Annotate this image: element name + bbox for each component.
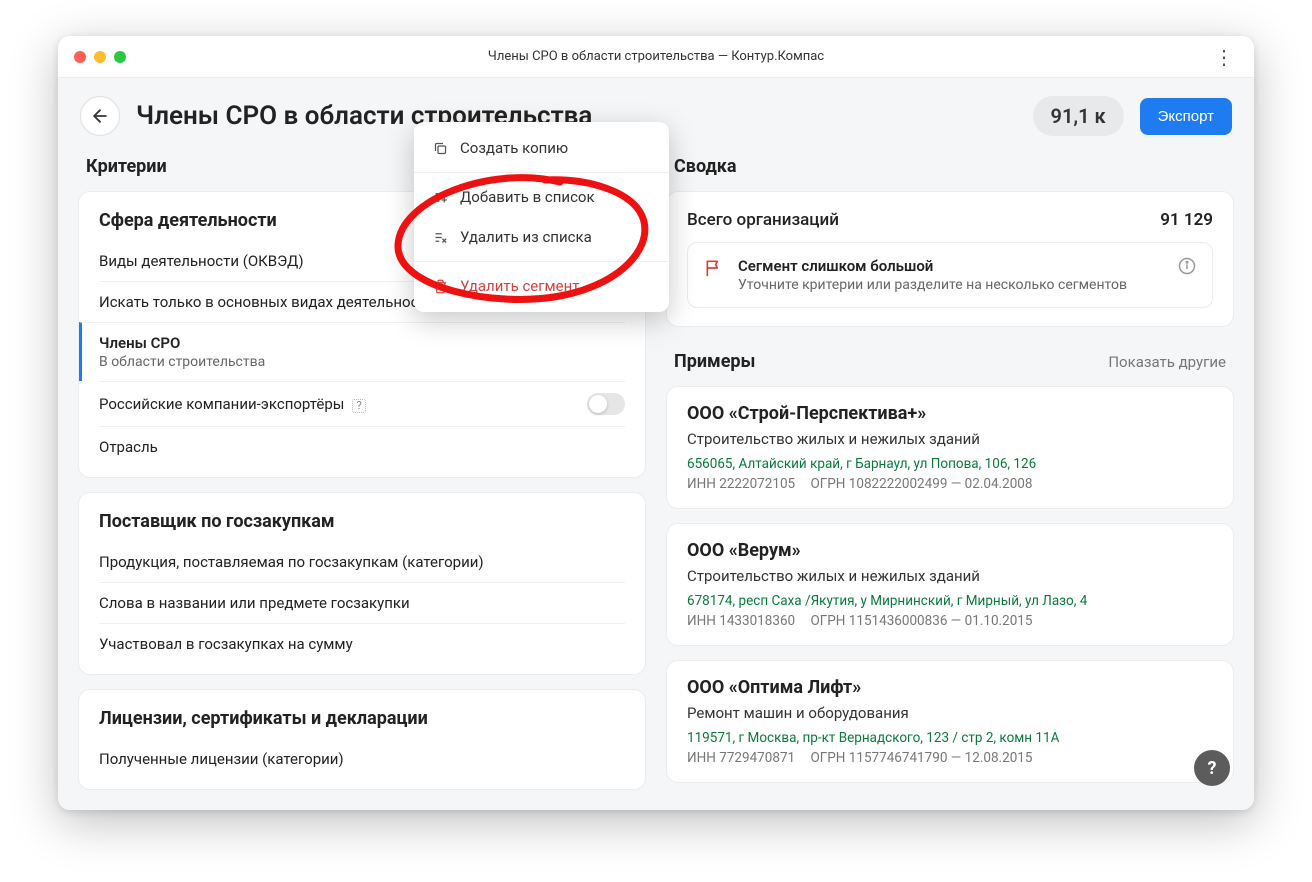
row-label: Члены СРО [99, 334, 265, 352]
company-name: ООО «Строй-Перспектива+» [687, 403, 1213, 424]
company-info: ИНН 2222072105 ОГРН 1082222002499 — 02.0… [687, 476, 1213, 492]
company-address: 678174, респ Саха /Якутия, у Мирнинский,… [687, 593, 1213, 609]
alert-desc: Уточните критерии или разделите на неско… [738, 277, 1127, 293]
copy-icon [432, 141, 448, 156]
criteria-row-sro-members[interactable]: Члены СРО В области строительства [79, 322, 625, 381]
row-label: Отрасль [99, 438, 158, 456]
examples-heading: Примеры [674, 351, 755, 372]
summary-column: Сводка Всего организаций 91 129 Сегмент … [666, 150, 1234, 810]
company-ogrn: ОГРН 1151436000836 — 01.10.2015 [810, 613, 1032, 629]
row-label: Продукция, поставляемая по госзакупкам (… [99, 553, 484, 571]
export-button[interactable]: Экспорт [1140, 98, 1232, 135]
company-ogrn: ОГРН 1157746741790 — 12.08.2015 [810, 750, 1032, 766]
row-label: Искать только в основных видах деятельно… [99, 293, 434, 311]
example-company[interactable]: ООО «Строй-Перспектива+» Строительство ж… [666, 386, 1234, 509]
menu-separator [414, 261, 669, 262]
company-inn: ИНН 1433018360 [687, 613, 795, 629]
flag-icon [704, 258, 724, 283]
company-address: 656065, Алтайский край, г Барнаул, ул По… [687, 456, 1213, 472]
trash-icon [432, 279, 448, 294]
help-icon[interactable]: ? [352, 399, 366, 413]
company-activity: Строительство жилых и нежилых зданий [687, 567, 1213, 585]
row-label: Слова в названии или предмете госзакупки [99, 594, 410, 612]
summary-total-label: Всего организаций [687, 210, 839, 230]
row-label: Виды деятельности (ОКВЭД) [99, 252, 304, 270]
company-activity: Ремонт машин и оборудования [687, 704, 1213, 722]
row-label: Участвовал в госзакупках на сумму [99, 635, 353, 653]
arrow-left-icon [90, 106, 110, 126]
app-window: Члены СРО в области строительства — Конт… [58, 36, 1254, 810]
back-button[interactable] [80, 96, 120, 136]
menu-delete-segment[interactable]: Удалить сегмент [414, 266, 669, 306]
window-title: Члены СРО в области строительства — Конт… [58, 49, 1254, 64]
criteria-row-procurement-sum[interactable]: Участвовал в госзакупках на сумму [99, 623, 625, 664]
summary-heading: Сводка [666, 150, 1234, 177]
company-inn: ИНН 7729470871 [687, 750, 795, 766]
criteria-row-licenses[interactable]: Полученные лицензии (категории) [99, 739, 625, 779]
criteria-card-licenses: Лицензии, сертификаты и декларации Получ… [78, 689, 646, 790]
company-info: ИНН 1433018360 ОГРН 1151436000836 — 01.1… [687, 613, 1213, 629]
summary-total-row: Всего организаций 91 129 [687, 210, 1213, 230]
segment-actions-popover: Создать копию Добавить в список Удалить … [414, 122, 669, 312]
menu-remove-from-list[interactable]: Удалить из списка [414, 217, 669, 257]
criteria-row-industry[interactable]: Отрасль [99, 426, 625, 467]
company-info: ИНН 7729470871 ОГРН 1157746741790 — 12.0… [687, 750, 1213, 766]
menu-create-copy[interactable]: Создать копию [414, 128, 669, 168]
menu-label: Создать копию [460, 139, 568, 157]
show-other-link[interactable]: Показать другие [1108, 353, 1226, 371]
list-add-icon [432, 190, 448, 205]
examples-header: Примеры Показать другие [666, 341, 1234, 372]
segment-too-large-alert: Сегмент слишком большой Уточните критери… [687, 242, 1213, 308]
company-name: ООО «Оптима Лифт» [687, 677, 1213, 698]
example-company[interactable]: ООО «Верум» Строительство жилых и нежилы… [666, 523, 1234, 646]
company-activity: Строительство жилых и нежилых зданий [687, 430, 1213, 448]
exporters-toggle[interactable] [587, 393, 625, 415]
help-fab[interactable]: ? [1194, 750, 1230, 786]
row-sublabel: В области строительства [99, 354, 265, 370]
company-address: 119571, г Москва, пр-кт Вернадского, 123… [687, 730, 1213, 746]
criteria-card-procurement: Поставщик по госзакупкам Продукция, пост… [78, 492, 646, 675]
menu-label: Удалить из списка [460, 228, 592, 246]
example-company[interactable]: ООО «Оптима Лифт» Ремонт машин и оборудо… [666, 660, 1234, 783]
company-inn: ИНН 2222072105 [687, 476, 795, 492]
titlebar: Члены СРО в области строительства — Конт… [58, 36, 1254, 78]
alert-title: Сегмент слишком большой [738, 257, 1127, 275]
row-label: Полученные лицензии (категории) [99, 750, 344, 768]
list-remove-icon [432, 230, 448, 245]
count-pill: 91,1 к [1033, 96, 1124, 136]
criteria-row-exporters[interactable]: Российские компании-экспортёры ? [99, 381, 625, 426]
summary-card: Всего организаций 91 129 Сегмент слишком… [666, 191, 1234, 327]
row-label: Российские компании-экспортёры [99, 395, 344, 413]
summary-total-value: 91 129 [1160, 210, 1213, 230]
info-icon[interactable] [1178, 257, 1196, 279]
criteria-row-procurement-categories[interactable]: Продукция, поставляемая по госзакупкам (… [99, 542, 625, 582]
menu-label: Добавить в список [460, 188, 595, 206]
card-title: Лицензии, сертификаты и декларации [99, 708, 625, 729]
menu-label: Удалить сегмент [460, 277, 580, 295]
criteria-row-procurement-words[interactable]: Слова в названии или предмете госзакупки [99, 582, 625, 623]
card-title: Поставщик по госзакупкам [99, 511, 625, 532]
menu-add-to-list[interactable]: Добавить в список [414, 177, 669, 217]
company-name: ООО «Верум» [687, 540, 1213, 561]
menu-separator [414, 172, 669, 173]
company-ogrn: ОГРН 1082222002499 — 02.04.2008 [810, 476, 1032, 492]
